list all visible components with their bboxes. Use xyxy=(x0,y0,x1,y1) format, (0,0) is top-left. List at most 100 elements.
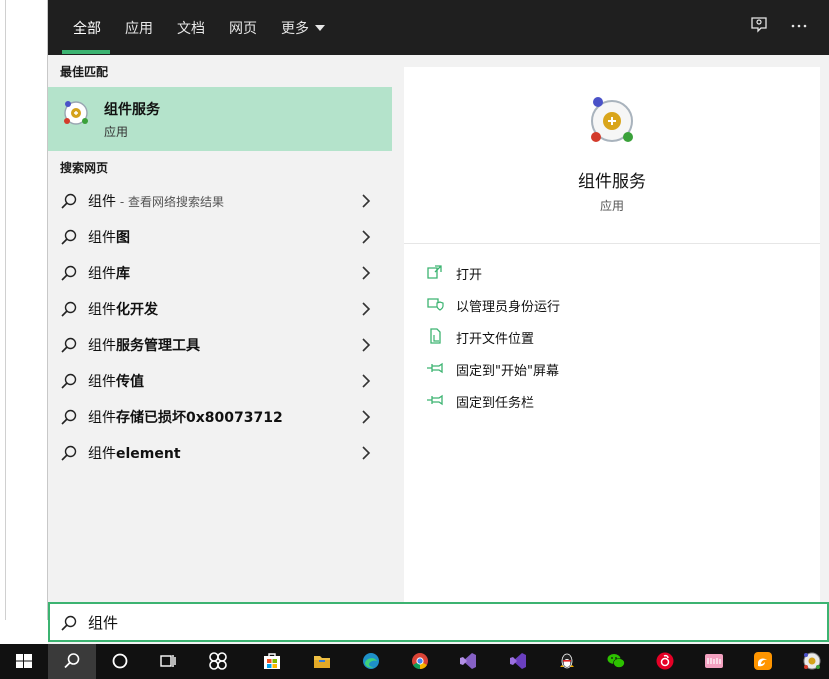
chevron-right-icon[interactable] xyxy=(360,373,372,389)
search-icon xyxy=(61,193,77,209)
tab-more[interactable]: 更多 xyxy=(281,18,325,38)
chevron-right-icon[interactable] xyxy=(360,301,372,317)
divider xyxy=(404,243,820,244)
web-suggestion-item[interactable]: 组件库 xyxy=(48,255,392,291)
taskbar-app[interactable] xyxy=(194,644,242,679)
task-view-button[interactable] xyxy=(144,644,192,679)
task-view-icon xyxy=(160,655,176,667)
cortana-icon xyxy=(112,653,128,669)
search-icon xyxy=(64,653,80,669)
web-suggestion-label: 组件传值 xyxy=(88,371,144,391)
windows-start-icon xyxy=(16,654,32,668)
suggestion-prefix: 组件 xyxy=(88,410,116,426)
action-label: 固定到"开始"屏幕 xyxy=(456,364,559,379)
chrome-button[interactable] xyxy=(396,644,444,679)
qq-icon xyxy=(560,653,574,669)
cortana-button[interactable] xyxy=(96,644,144,679)
visual-studio-2-button[interactable] xyxy=(494,644,542,679)
web-suggestion-item[interactable]: 组件化开发 xyxy=(48,291,392,327)
web-suggestion-label: 组件图 xyxy=(88,227,130,247)
netease-music-button[interactable] xyxy=(641,644,689,679)
tab-documents[interactable]: 文档 xyxy=(177,18,205,38)
wechat-button[interactable] xyxy=(592,644,640,679)
search-icon xyxy=(61,615,77,631)
component-services-icon xyxy=(64,101,88,125)
background-window-edge xyxy=(0,0,6,620)
search-icon xyxy=(61,265,77,281)
background-window xyxy=(0,0,48,620)
web-suggestion-label: 组件element xyxy=(88,443,181,463)
visual-studio-icon xyxy=(460,653,476,669)
start-button[interactable] xyxy=(0,644,48,679)
search-input[interactable] xyxy=(88,610,788,634)
tab-all[interactable]: 全部 xyxy=(73,18,101,38)
file-explorer-button[interactable] xyxy=(298,644,346,679)
web-suggestion-label: 组件服务管理工具 xyxy=(88,335,200,355)
detail-app-name: 组件服务 xyxy=(578,172,646,192)
pin-to-start-action[interactable]: 固定到"开始"屏幕 xyxy=(426,357,726,381)
search-icon xyxy=(61,301,77,317)
web-suggestion-item[interactable]: 组件element xyxy=(48,435,392,471)
search-icon xyxy=(61,337,77,353)
chevron-right-icon[interactable] xyxy=(360,229,372,245)
web-suggestion-item[interactable]: 组件存储已损坏0x80073712 xyxy=(48,399,392,435)
web-suggestion-item[interactable]: 组件 - 查看网络搜索结果 xyxy=(48,183,392,219)
action-label: 固定到任务栏 xyxy=(456,396,535,411)
chevron-right-icon[interactable] xyxy=(360,265,372,281)
tab-more-label: 更多 xyxy=(281,21,309,37)
microsoft-store-button[interactable] xyxy=(248,644,296,679)
uc-browser-button[interactable] xyxy=(739,644,787,679)
tab-apps[interactable]: 应用 xyxy=(125,18,153,38)
web-suggestion-item[interactable]: 组件图 xyxy=(48,219,392,255)
tab-web[interactable]: 网页 xyxy=(229,18,257,38)
best-match-heading: 最佳匹配 xyxy=(60,65,109,79)
suggestion-prefix: 组件 xyxy=(88,230,116,246)
visual-studio-2-icon xyxy=(510,653,526,669)
pin-to-taskbar-action[interactable]: 固定到任务栏 xyxy=(426,389,726,413)
web-suggestion-item[interactable]: 组件传值 xyxy=(48,363,392,399)
suggestion-completion: 库 xyxy=(116,266,130,282)
edge-button[interactable] xyxy=(347,644,395,679)
suggestion-hint: - 查看网络搜索结果 xyxy=(116,195,224,209)
chevron-right-icon[interactable] xyxy=(360,337,372,353)
web-suggestion-item[interactable]: 组件服务管理工具 xyxy=(48,327,392,363)
chevron-right-icon[interactable] xyxy=(360,445,372,461)
action-label: 以管理员身份运行 xyxy=(456,300,561,315)
open-action[interactable]: 打开 xyxy=(426,261,726,285)
search-icon xyxy=(61,373,77,389)
feedback-icon[interactable] xyxy=(750,16,768,34)
pin-icon xyxy=(427,394,443,406)
taskbar-search-button[interactable] xyxy=(48,644,96,679)
run-as-admin-action[interactable]: 以管理员身份运行 xyxy=(426,293,726,317)
suggestion-prefix: 组件 xyxy=(88,446,116,462)
suggestion-completion: 图 xyxy=(116,230,130,246)
edge-icon xyxy=(363,653,379,669)
open-file-location-action[interactable]: 打开文件位置 xyxy=(426,325,726,349)
action-label: 打开 xyxy=(456,268,483,283)
best-match-type: 应用 xyxy=(104,125,129,139)
suggestion-prefix: 组件 xyxy=(88,338,116,354)
chrome-icon xyxy=(412,653,428,670)
more-options-icon[interactable] xyxy=(790,16,808,34)
chevron-right-icon[interactable] xyxy=(360,409,372,425)
search-box xyxy=(48,602,829,642)
suggestion-completion: 传值 xyxy=(116,374,144,390)
suggestion-completion: 存储已损坏0x80073712 xyxy=(116,410,283,426)
component-services-taskbar-button[interactable] xyxy=(788,644,829,679)
search-icon xyxy=(61,229,77,245)
search-scope-bar: 全部 应用 文档 网页 更多 xyxy=(48,0,829,55)
app-pinwheel-icon xyxy=(209,652,227,670)
bilibili-button[interactable] xyxy=(690,644,738,679)
web-search-heading: 搜索网页 xyxy=(60,161,109,175)
component-services-icon xyxy=(803,652,821,670)
detail-pane: 组件服务 应用 打开 以管理员身份运行 打开文件位置 固定到"开始"屏幕 固定到… xyxy=(404,67,820,602)
admin-shield-icon xyxy=(427,298,444,311)
best-match-item[interactable]: 组件服务 应用 xyxy=(48,87,392,151)
qq-button[interactable] xyxy=(543,644,591,679)
chevron-right-icon[interactable] xyxy=(360,193,372,209)
uc-browser-icon xyxy=(754,652,772,670)
open-icon xyxy=(427,265,442,279)
file-location-icon xyxy=(430,328,441,344)
search-icon xyxy=(61,409,77,425)
visual-studio-button[interactable] xyxy=(444,644,492,679)
